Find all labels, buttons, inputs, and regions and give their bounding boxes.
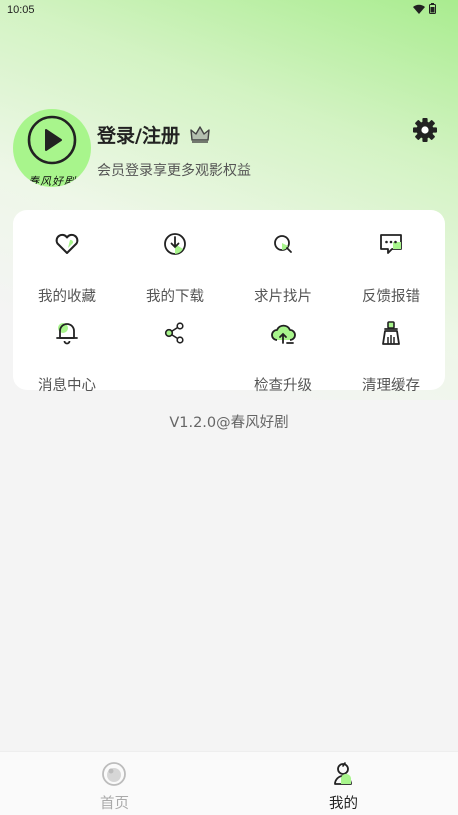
search-film-icon bbox=[274, 235, 292, 253]
login-register-title[interactable]: 登录/注册 bbox=[97, 121, 210, 148]
nav-mine-label: 我的 bbox=[329, 796, 358, 812]
login-subtitle: 会员登录享更多观影权益 bbox=[97, 163, 251, 179]
bell-icon bbox=[56, 323, 78, 345]
menu-item-messages[interactable]: 消息中心 bbox=[13, 319, 121, 399]
menu-item-label: 反馈报错 bbox=[362, 289, 420, 305]
feedback-icon bbox=[380, 234, 402, 254]
bottom-nav: 首页 我的 bbox=[0, 751, 458, 815]
status-bar: 10:05 bbox=[0, 0, 458, 22]
crown-icon bbox=[190, 126, 210, 143]
avatar[interactable]: 春风好剧 bbox=[13, 109, 91, 187]
broom-icon bbox=[382, 321, 400, 345]
nav-home[interactable]: 首页 bbox=[0, 752, 229, 815]
home-icon bbox=[102, 762, 126, 786]
avatar-caption: 春风好剧 bbox=[28, 175, 76, 187]
menu-item-label: 我的下载 bbox=[146, 289, 204, 305]
menu-item-label: 检查升级 bbox=[254, 378, 312, 394]
login-register-label: 登录/注册 bbox=[97, 125, 180, 147]
wifi-icon bbox=[413, 4, 425, 14]
heart-icon bbox=[55, 233, 79, 254]
nav-mine[interactable]: 我的 bbox=[229, 752, 458, 815]
menu-item-label: 我的收藏 bbox=[38, 289, 96, 305]
menu-card: 我的收藏 我的下载 求片找片 反馈报错 消息中心 检查升级 清理缓存 bbox=[13, 210, 445, 394]
version-text: V1.2.0@春风好剧 bbox=[169, 415, 289, 431]
status-time: 10:05 bbox=[7, 4, 35, 16]
profile-icon bbox=[334, 762, 352, 785]
status-icons bbox=[413, 3, 436, 14]
profile-header[interactable]: 春风好剧 登录/注册 会员登录享更多观影权益 bbox=[0, 105, 458, 190]
menu-item-request-film[interactable]: 求片找片 bbox=[229, 230, 337, 310]
menu-item-clear-cache[interactable]: 清理缓存 bbox=[337, 319, 445, 399]
battery-icon bbox=[429, 3, 436, 14]
nav-home-label: 首页 bbox=[100, 796, 129, 812]
menu-item-label: 清理缓存 bbox=[362, 378, 420, 394]
share-icon bbox=[164, 322, 184, 344]
menu-item-check-update[interactable]: 检查升级 bbox=[229, 319, 337, 399]
cloud-upload-icon bbox=[271, 324, 296, 344]
menu-item-share[interactable] bbox=[121, 319, 229, 399]
menu-item-label: 求片找片 bbox=[254, 289, 312, 305]
menu-item-feedback[interactable]: 反馈报错 bbox=[337, 230, 445, 310]
menu-item-downloads[interactable]: 我的下载 bbox=[121, 230, 229, 310]
menu-item-label: 消息中心 bbox=[38, 378, 96, 394]
menu-item-favorites[interactable]: 我的收藏 bbox=[13, 230, 121, 310]
gear-icon[interactable] bbox=[410, 115, 440, 145]
download-icon bbox=[164, 233, 186, 255]
